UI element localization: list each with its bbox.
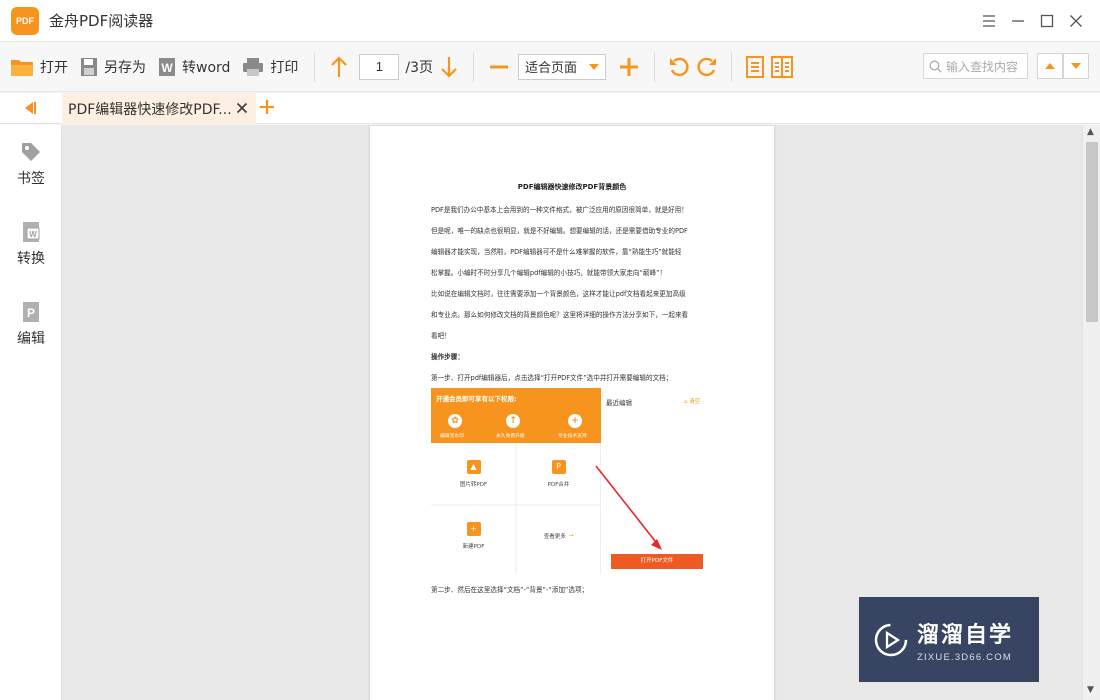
document-tab-label: PDF编辑器快速修改PDF... — [68, 101, 232, 118]
search-input[interactable]: 输入查找内容 — [923, 53, 1028, 79]
toolbar: 打开 另存为 W 转word 打印 1 /3页 适合页面 输入查找内容 — [0, 42, 1100, 92]
find-previous-button[interactable] — [1037, 53, 1063, 79]
embedded-screenshot: 开通会员即可享有以下权限: ✿ ↑ + 编辑无水印 永久免费升级 专业技术支持 … — [431, 388, 711, 574]
toolbar-divider — [731, 51, 733, 82]
print-label: 打印 — [270, 59, 299, 76]
watermark-main: 溜溜自学 — [917, 622, 1014, 648]
tag-icon — [22, 143, 40, 161]
toolbar-divider — [314, 51, 316, 82]
page-number-input[interactable]: 1 — [359, 53, 400, 80]
app-logo: PDF — [11, 6, 39, 35]
step-1-text: 第一步、打开pdf编辑器后，点击选择“打开PDF文件”选中并打开需要编辑的文档； — [431, 374, 673, 382]
red-arrow-icon — [595, 465, 662, 550]
plus-icon — [620, 57, 639, 76]
zoom-select[interactable]: 适合页面 — [518, 53, 607, 80]
next-page-button[interactable] — [435, 50, 463, 84]
paragraph-line: 和专业点。那么如何修改文档的背景颜色呢？这里将详细的操作方法分享如下，一起来看 — [431, 311, 689, 319]
paragraph-line: 编辑器才能实现，当然啦，PDF编辑器可不是什么难掌握的软件，靠“熟能生巧”就能轻 — [431, 248, 682, 256]
collapse-left-icon — [25, 102, 36, 114]
svg-text:P: P — [27, 306, 35, 320]
maximize-icon[interactable] — [1032, 6, 1061, 36]
single-page-view-button[interactable] — [742, 50, 768, 84]
open-pdf-file-button: 打开PDF文件 — [611, 554, 703, 569]
vertical-scrollbar[interactable]: ▲ ▼ — [1082, 125, 1100, 700]
step-2-text: 第二步、然后在这里选择“文档”-“背景”-“添加”选项； — [431, 586, 589, 594]
window-controls — [974, 0, 1090, 42]
rotate-right-button[interactable] — [693, 50, 721, 84]
rotate-right-icon — [697, 57, 717, 76]
collapse-sidebar-button[interactable] — [22, 100, 38, 120]
rotate-left-button[interactable] — [665, 50, 693, 84]
app-title: 金舟PDF阅读器 — [49, 12, 154, 30]
find-next-button[interactable] — [1063, 53, 1089, 79]
paragraph-line: PDF是我们办公中基本上会用到的一种文件格式，被广泛应用的原因很简单，就是好用！ — [431, 206, 688, 214]
steps-heading: 操作步骤： — [431, 353, 464, 361]
watermark-sub: ZIXUE.3D66.COM — [917, 651, 1012, 663]
svg-text:W: W — [161, 61, 173, 75]
scrollbar-thumb[interactable] — [1086, 142, 1098, 322]
left-sidebar: 书签 W 转换 P 编辑 — [0, 125, 62, 700]
caret-down-icon — [1071, 63, 1081, 69]
open-label: 打开 — [40, 59, 68, 76]
to-word-label: 转word — [182, 59, 231, 76]
print-button[interactable]: 打印 — [236, 50, 304, 84]
arrow-down-icon — [441, 56, 457, 78]
zoom-in-button[interactable] — [614, 50, 644, 84]
paragraph-line: 松掌握。小编时不时分享几个编辑pdf编辑的小技巧，就能带领大家走向“巅峰”！ — [431, 269, 667, 277]
sidebar-item-label: 转换 — [17, 251, 45, 267]
double-page-icon — [771, 55, 794, 78]
add-tab-icon[interactable] — [259, 96, 275, 120]
menu-icon[interactable] — [974, 6, 1003, 36]
close-icon[interactable] — [1061, 6, 1090, 36]
toolbar-divider — [654, 51, 656, 82]
double-page-view-button[interactable] — [768, 50, 796, 84]
previous-page-button[interactable] — [325, 50, 353, 84]
scroll-up-icon[interactable]: ▲ — [1087, 127, 1094, 137]
zoom-out-button[interactable] — [484, 50, 514, 84]
sidebar-item-convert[interactable]: W 转换 — [0, 221, 62, 268]
printer-icon — [242, 57, 264, 77]
paragraph-line: 但是呢，唯一的缺点也很明显，就是不好编辑。想要编辑的话，还是需要借助专业的PDF — [431, 227, 688, 235]
paragraph-line: 比如说在编辑文档时，往往需要添加一个背景颜色，这样才能让pdf文档看起来更加高级 — [431, 290, 686, 298]
toolbar-divider — [473, 51, 475, 82]
watermark-text: 溜溜自学 ZIXUE.3D66.COM — [917, 617, 1013, 663]
zoom-mode-value: 适合页面 — [525, 61, 578, 76]
close-tab-icon[interactable] — [236, 99, 248, 118]
caret-down-icon — [589, 63, 600, 70]
caret-up-icon — [1045, 63, 1055, 69]
convert-icon: W — [23, 222, 40, 242]
play-logo-icon — [874, 623, 908, 656]
svg-text:W: W — [29, 230, 37, 239]
sidebar-item-label: 书签 — [17, 171, 45, 187]
sidebar-item-label: 编辑 — [17, 331, 45, 347]
paragraph-line: 看吧！ — [431, 332, 451, 340]
sidebar-item-edit[interactable]: P 编辑 — [0, 301, 62, 348]
search-placeholder: 输入查找内容 — [946, 59, 1019, 74]
save-icon — [80, 57, 98, 77]
pdf-page: PDF编辑器快速修改PDF背景颜色 PDF是我们办公中基本上会用到的一种文件格式… — [370, 126, 774, 700]
arrow-up-icon — [331, 55, 348, 77]
document-tab[interactable]: PDF编辑器快速修改PDF... — [62, 93, 256, 124]
minimize-icon[interactable] — [1003, 6, 1032, 36]
edit-icon: P — [23, 302, 39, 322]
title-bar: PDF 金舟PDF阅读器 — [0, 0, 1100, 42]
document-title: PDF编辑器快速修改PDF背景颜色 — [517, 183, 627, 191]
scroll-down-icon[interactable]: ▼ — [1087, 685, 1094, 695]
sidebar-item-bookmarks[interactable]: 书签 — [0, 141, 62, 188]
word-icon: W — [158, 57, 176, 77]
open-button[interactable]: 打开 — [4, 50, 74, 84]
single-page-icon — [746, 55, 765, 78]
to-word-button[interactable]: W 转word — [152, 50, 236, 84]
save-as-button[interactable]: 另存为 — [74, 50, 152, 84]
folder-icon — [10, 57, 34, 77]
save-as-label: 另存为 — [104, 59, 146, 76]
tab-bar: PDF编辑器快速修改PDF... — [0, 93, 1100, 124]
minus-icon — [490, 65, 509, 68]
watermark-logo: 溜溜自学 ZIXUE.3D66.COM — [859, 597, 1039, 682]
rotate-left-icon — [670, 57, 689, 76]
app-logo-text: PDF — [16, 15, 34, 26]
total-pages-label: /3页 — [405, 59, 434, 76]
search-icon — [929, 60, 942, 73]
